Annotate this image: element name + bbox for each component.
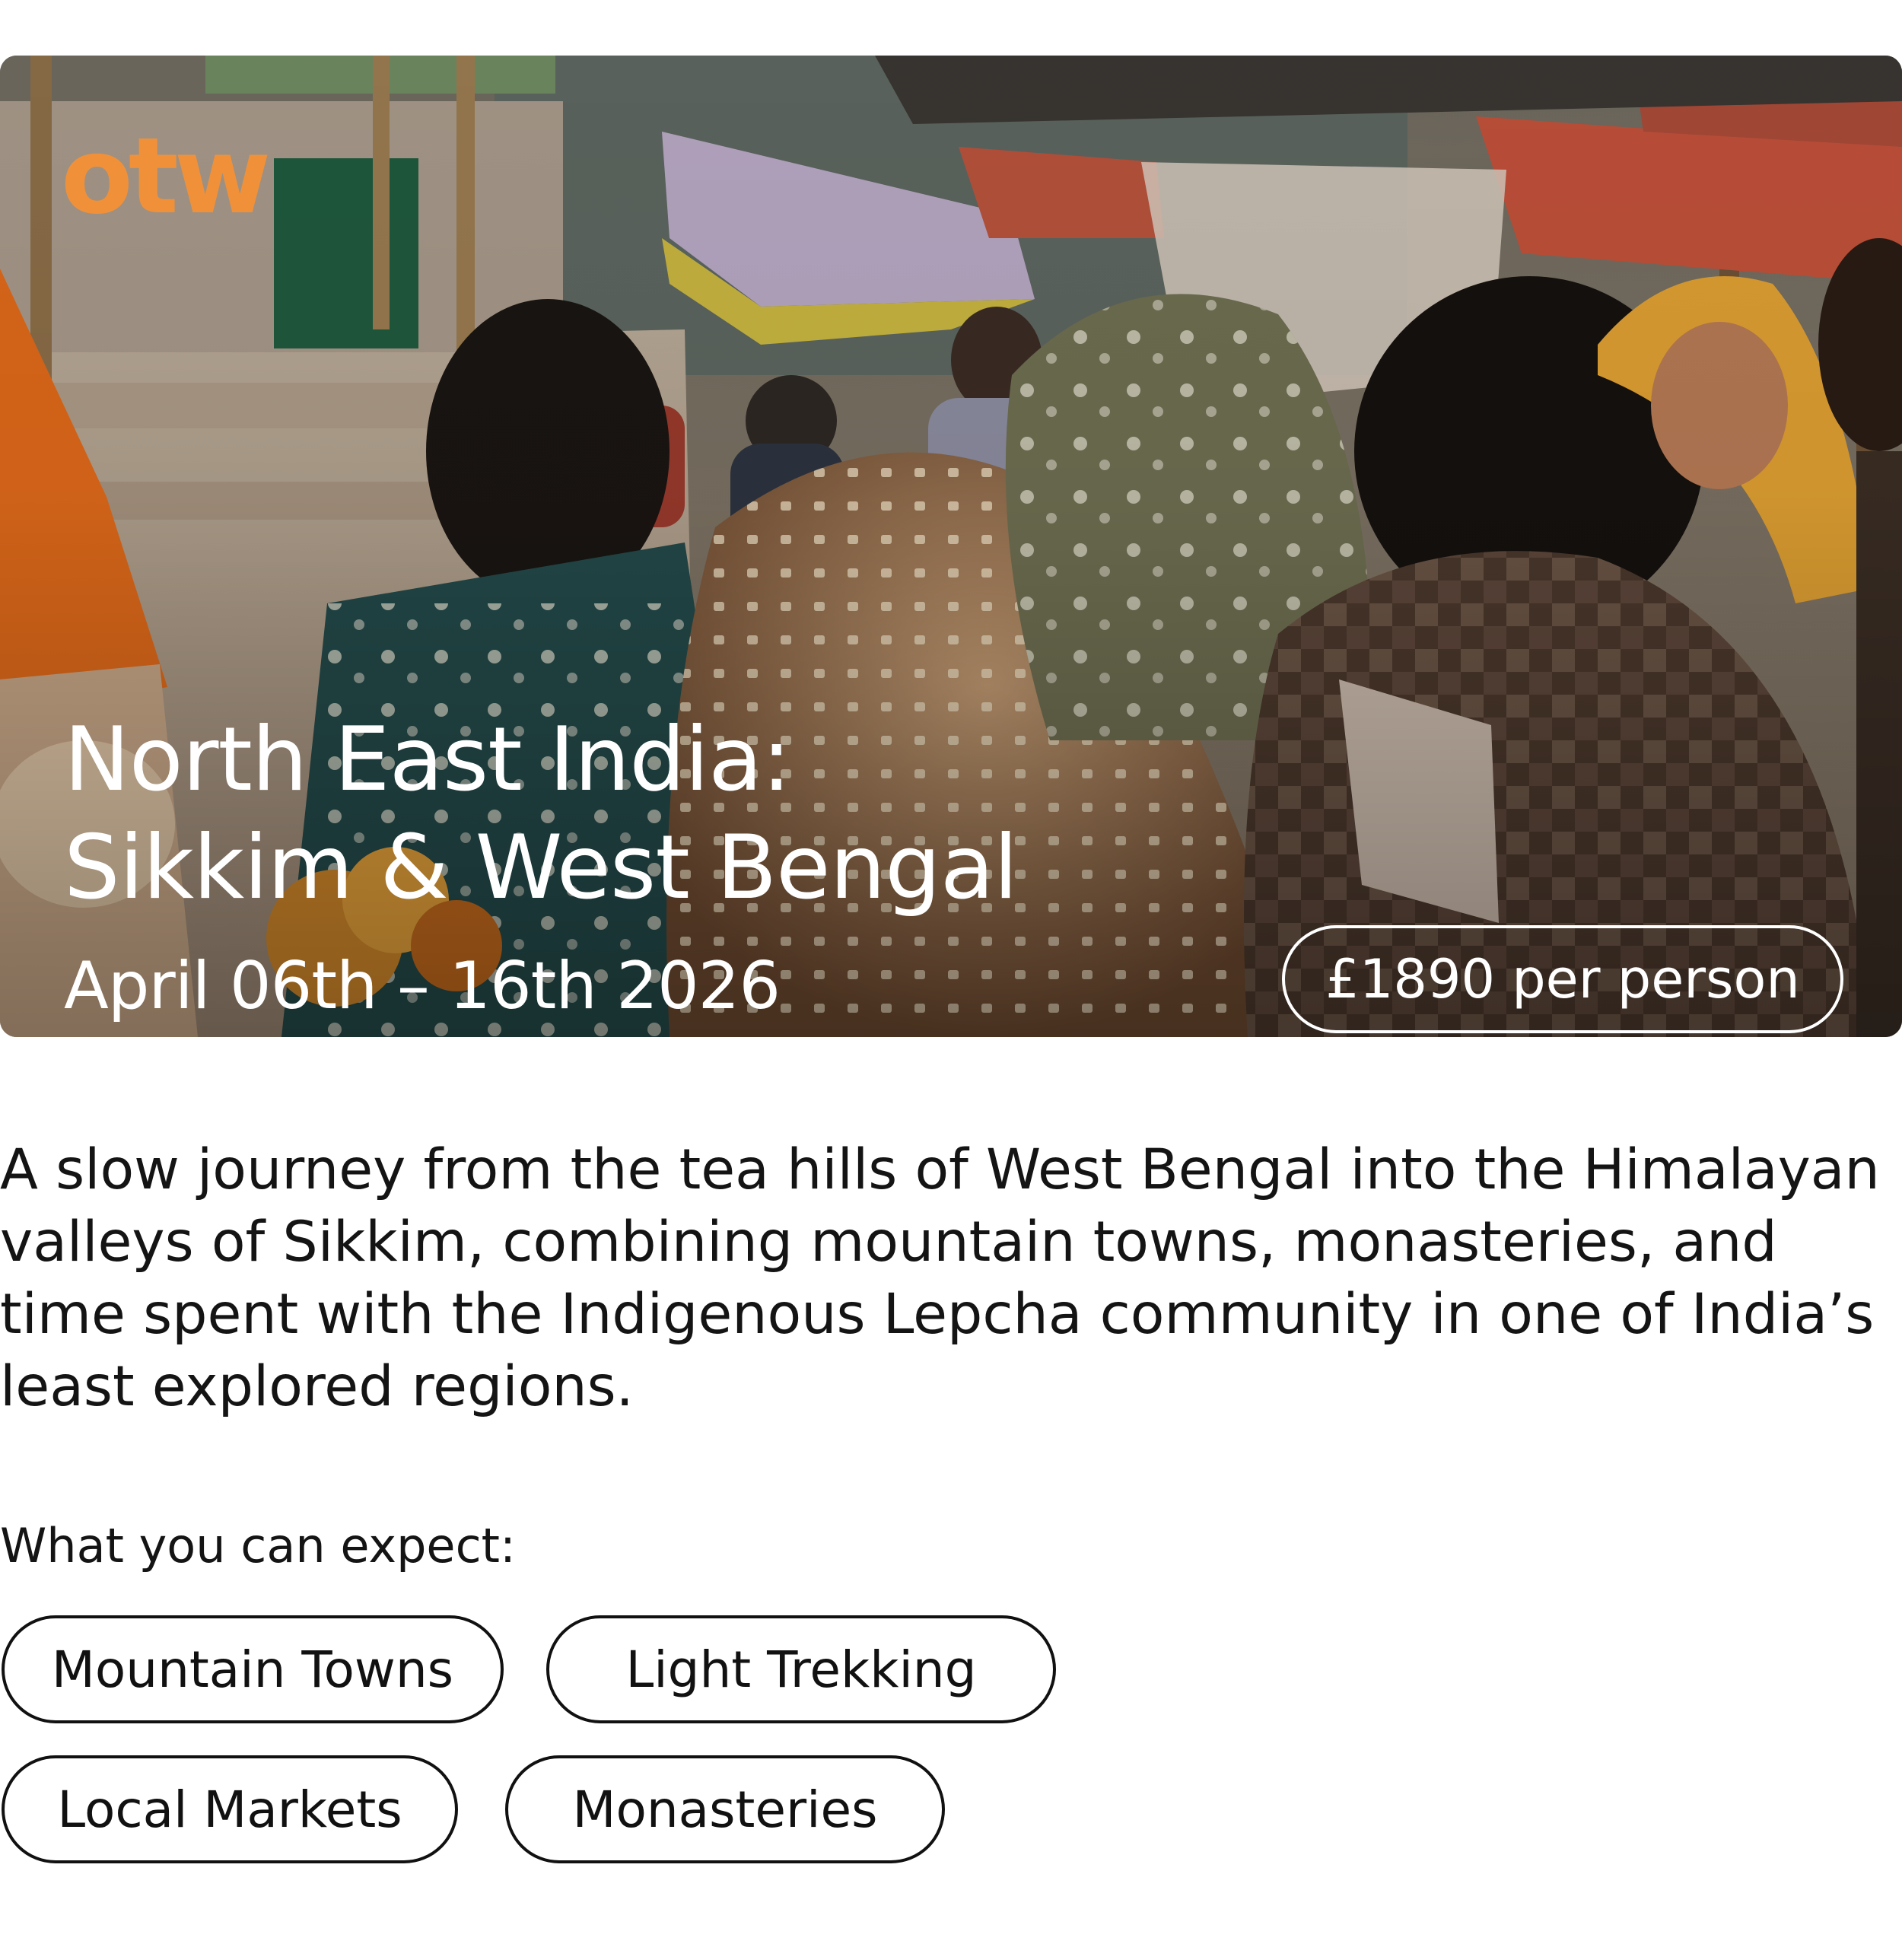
otw-logo[interactable]: otw: [61, 124, 271, 229]
tag-mountain-towns[interactable]: Mountain Towns: [2, 1615, 504, 1723]
trip-dates: April 06th – 16th 2026: [64, 948, 781, 1024]
trip-description: A slow journey from the tea hills of Wes…: [0, 1138, 1880, 1419]
tag-monasteries[interactable]: Monasteries: [505, 1755, 945, 1863]
price-badge: £1890 per person: [1282, 925, 1843, 1033]
hero-card: otw North East India: Sikkim & West Beng…: [0, 56, 1902, 1037]
tag-light-trekking[interactable]: Light Trekking: [546, 1615, 1056, 1723]
tag-local-markets[interactable]: Local Markets: [2, 1755, 458, 1863]
trip-title-line-2: Sikkim & West Bengal: [64, 816, 1018, 919]
expect-heading: What you can expect:: [0, 1518, 516, 1573]
trip-title-line-1: North East India:: [64, 708, 791, 811]
trip-title: North East India: Sikkim & West Bengal: [64, 706, 1018, 922]
